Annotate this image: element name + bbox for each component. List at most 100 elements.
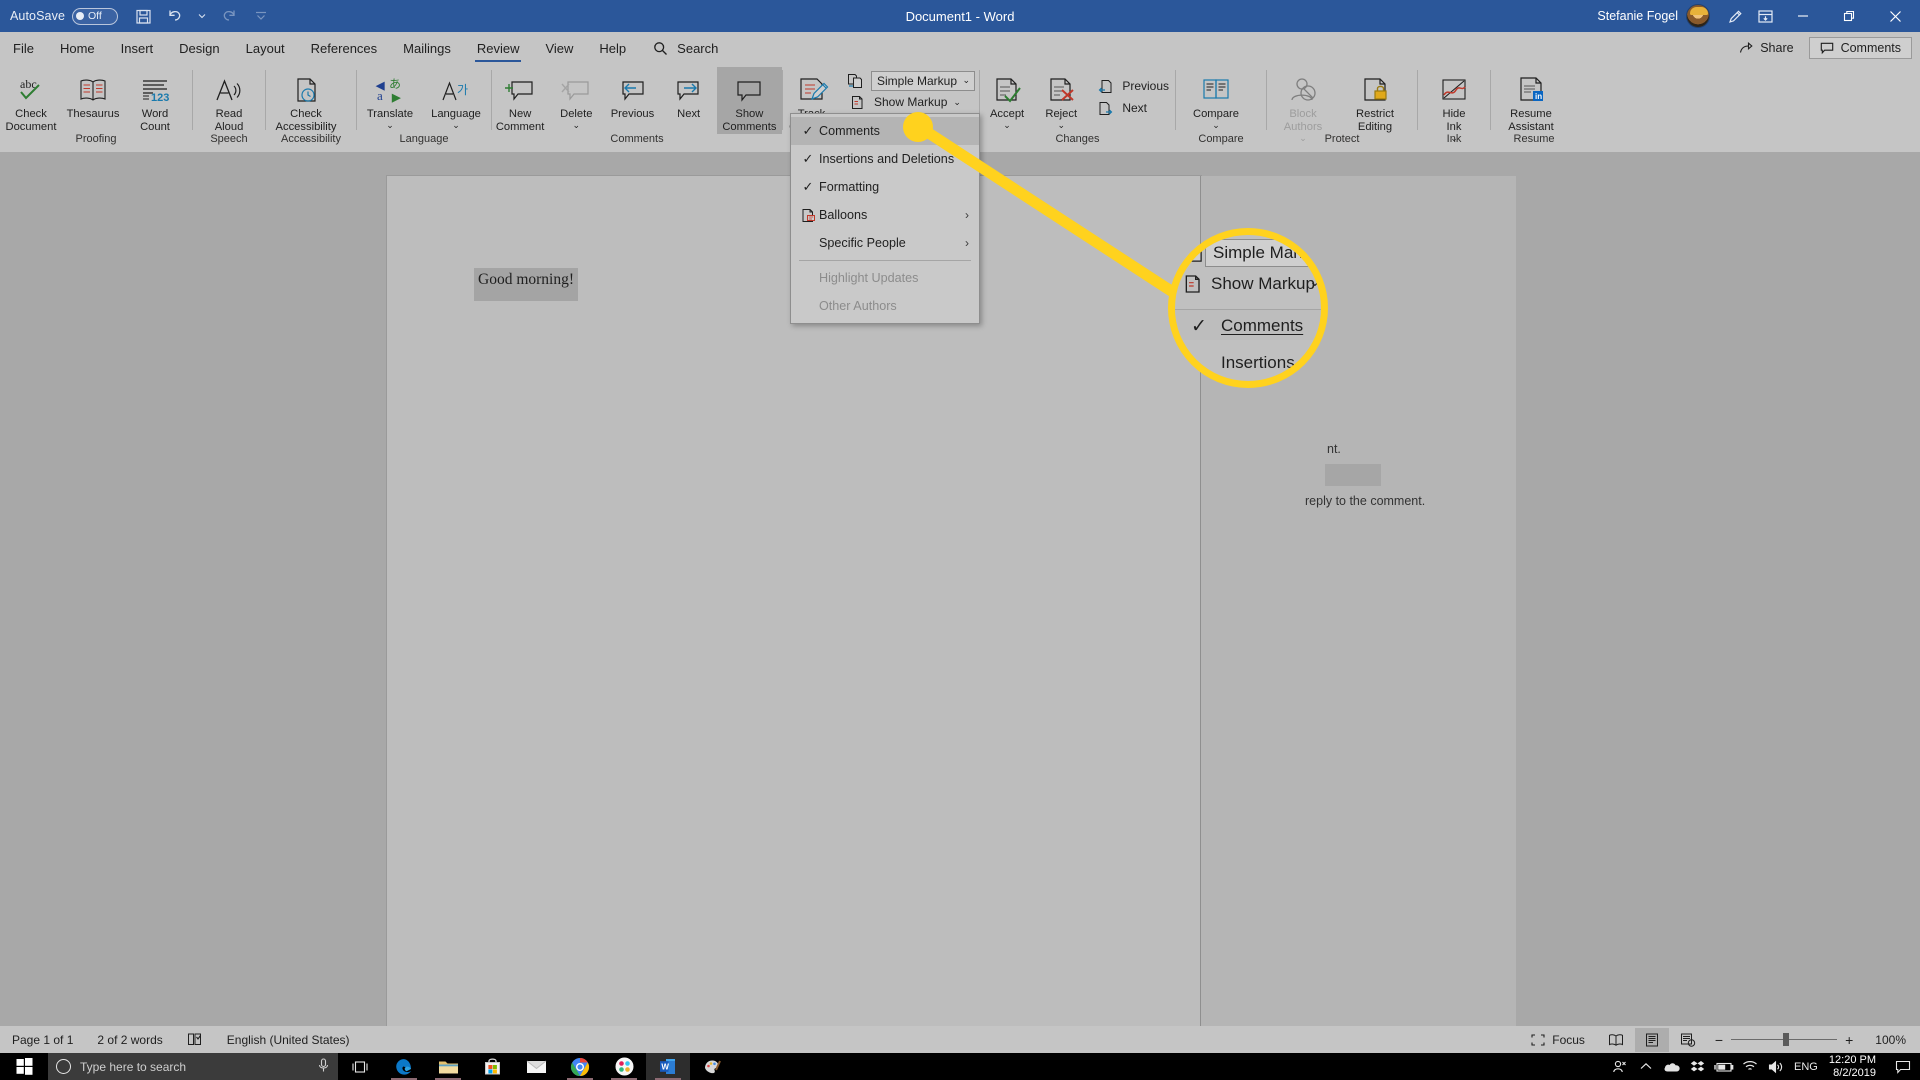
read-mode-button[interactable] xyxy=(1599,1028,1633,1052)
taskbar-search[interactable]: Type here to search xyxy=(48,1053,338,1080)
language-indicator[interactable]: English (United States) xyxy=(215,1033,362,1047)
web-layout-button[interactable] xyxy=(1671,1028,1705,1052)
reject-button[interactable]: Reject ⌄ xyxy=(1034,67,1088,130)
tab-file[interactable]: File xyxy=(0,32,47,64)
tab-layout[interactable]: Layout xyxy=(233,32,298,64)
chevron-down-icon[interactable]: ⌄ xyxy=(1212,121,1220,130)
language-indicator-tray[interactable]: ENG xyxy=(1789,1053,1823,1080)
word-count-indicator[interactable]: 2 of 2 words xyxy=(85,1033,174,1047)
taskbar-app-slack[interactable] xyxy=(602,1053,646,1080)
compare-button[interactable]: Compare ⌄ xyxy=(1176,67,1256,130)
avatar[interactable] xyxy=(1686,4,1710,28)
focus-mode-button[interactable]: Focus xyxy=(1519,1033,1597,1047)
action-center-button[interactable] xyxy=(1886,1053,1920,1080)
print-layout-button[interactable] xyxy=(1634,1027,1669,1052)
save-icon[interactable] xyxy=(128,3,158,29)
redo-icon[interactable] xyxy=(214,3,244,29)
check-document-button[interactable]: abc Check Document xyxy=(0,67,62,134)
taskbar-app-word[interactable]: W xyxy=(646,1053,690,1080)
share-button[interactable]: Share xyxy=(1728,37,1804,59)
customize-qat-icon[interactable] xyxy=(246,3,276,29)
chevron-down-icon[interactable]: ⌄ xyxy=(962,75,970,86)
check-accessibility-button[interactable]: Check Accessibility ⌄ xyxy=(266,67,346,143)
next-change-button[interactable]: Next xyxy=(1088,97,1175,119)
wifi-icon[interactable] xyxy=(1737,1053,1763,1080)
taskbar-app-paint[interactable] xyxy=(690,1053,734,1080)
menu-item-balloons[interactable]: Balloons › xyxy=(791,201,979,229)
autosave-toggle[interactable]: Off xyxy=(72,7,119,25)
comment-card[interactable]: nt. reply to the comment. xyxy=(1215,442,1425,520)
proofing-status[interactable] xyxy=(175,1032,215,1047)
zoom-track[interactable] xyxy=(1731,1033,1838,1046)
comments-button[interactable]: Comments xyxy=(1808,37,1912,59)
tab-insert[interactable]: Insert xyxy=(108,32,167,64)
menu-item-comments[interactable]: ✓ Comments xyxy=(791,117,979,145)
resume-assistant-button[interactable]: in Resume Assistant xyxy=(1491,67,1571,134)
search-box[interactable]: Search xyxy=(653,41,718,56)
new-comment-button[interactable]: New Comment xyxy=(492,67,548,134)
onedrive-icon[interactable] xyxy=(1659,1053,1685,1080)
undo-icon[interactable] xyxy=(160,3,190,29)
zoom-thumb[interactable] xyxy=(1783,1033,1790,1046)
tab-view[interactable]: View xyxy=(532,32,586,64)
tab-design[interactable]: Design xyxy=(166,32,232,64)
restore-button[interactable] xyxy=(1826,0,1872,32)
chevron-down-icon[interactable]: ⌄ xyxy=(953,97,961,108)
read-aloud-button[interactable]: Read Aloud xyxy=(193,67,265,134)
menu-item-specific-people[interactable]: Specific People › xyxy=(791,229,979,257)
microphone-icon[interactable] xyxy=(317,1057,330,1076)
taskbar-app-file-explorer[interactable] xyxy=(426,1053,470,1080)
show-hidden-icons-icon[interactable] xyxy=(1633,1053,1659,1080)
close-button[interactable] xyxy=(1872,0,1918,32)
block-authors-button[interactable]: Block Authors ⌄ xyxy=(1267,67,1339,143)
taskbar-app-chrome[interactable] xyxy=(558,1053,602,1080)
chevron-down-icon[interactable]: ⌄ xyxy=(386,121,394,130)
taskbar-app-mail[interactable] xyxy=(514,1053,558,1080)
hide-ink-button[interactable]: Hide Ink ⌄ xyxy=(1418,67,1490,143)
tab-home[interactable]: Home xyxy=(47,32,108,64)
menu-item-formatting[interactable]: ✓ Formatting xyxy=(791,173,979,201)
people-icon[interactable] xyxy=(1607,1053,1633,1080)
minimize-button[interactable] xyxy=(1780,0,1826,32)
taskbar-app-microsoft-store[interactable] xyxy=(470,1053,514,1080)
word-count-button[interactable]: 123 Word Count xyxy=(124,67,186,134)
ribbon-display-options-icon[interactable] xyxy=(1750,0,1780,32)
undo-dropdown-icon[interactable] xyxy=(192,3,212,29)
volume-icon[interactable] xyxy=(1763,1053,1789,1080)
chevron-down-icon[interactable]: ⌄ xyxy=(1003,121,1011,130)
show-markup-button[interactable]: Show Markup ⌄ xyxy=(840,91,979,113)
page-indicator[interactable]: Page 1 of 1 xyxy=(0,1033,85,1047)
start-button[interactable] xyxy=(0,1053,48,1080)
display-for-review-control[interactable]: Simple Markup ⌄ xyxy=(840,70,979,91)
dropbox-icon[interactable] xyxy=(1685,1053,1711,1080)
show-comments-button[interactable]: Show Comments xyxy=(716,67,782,134)
tab-references[interactable]: References xyxy=(298,32,390,64)
translate-button[interactable]: ◀ a あ ▶ Translate ⌄ xyxy=(357,67,423,130)
tab-help[interactable]: Help xyxy=(586,32,639,64)
menu-item-insertions-and-deletions[interactable]: ✓ Insertions and Deletions xyxy=(791,145,979,173)
autosave-control[interactable]: AutoSave Off xyxy=(10,7,119,25)
thesaurus-button[interactable]: Thesaurus xyxy=(62,67,124,121)
tab-review[interactable]: Review xyxy=(464,32,533,64)
previous-change-button[interactable]: Previous xyxy=(1088,75,1175,97)
chevron-down-icon[interactable]: ⌄ xyxy=(1057,121,1065,130)
zoom-out-button[interactable]: − xyxy=(1715,1032,1723,1048)
document-body-text[interactable]: Good morning! xyxy=(474,268,579,301)
zoom-level[interactable]: 100% xyxy=(1863,1033,1914,1047)
clock[interactable]: 12:20 PM 8/2/2019 xyxy=(1823,1054,1886,1080)
chevron-down-icon[interactable]: ⌄ xyxy=(452,121,460,130)
task-view-button[interactable] xyxy=(338,1053,382,1080)
pen-icon[interactable] xyxy=(1720,0,1750,32)
comment-reply-box[interactable] xyxy=(1325,464,1381,486)
display-for-review-combo[interactable]: Simple Markup ⌄ xyxy=(871,70,975,91)
tab-mailings[interactable]: Mailings xyxy=(390,32,464,64)
battery-icon[interactable] xyxy=(1711,1053,1737,1080)
language-button[interactable]: 가 Language ⌄ xyxy=(423,67,489,130)
taskbar-app-edge[interactable] xyxy=(382,1053,426,1080)
next-comment-button[interactable]: Next xyxy=(661,67,717,121)
previous-comment-button[interactable]: Previous xyxy=(604,67,660,121)
delete-comment-button[interactable]: Delete ⌄ xyxy=(548,67,604,130)
zoom-in-button[interactable]: + xyxy=(1845,1032,1853,1048)
chevron-down-icon[interactable]: ⌄ xyxy=(573,121,581,130)
restrict-editing-button[interactable]: Restrict Editing xyxy=(1339,67,1411,134)
